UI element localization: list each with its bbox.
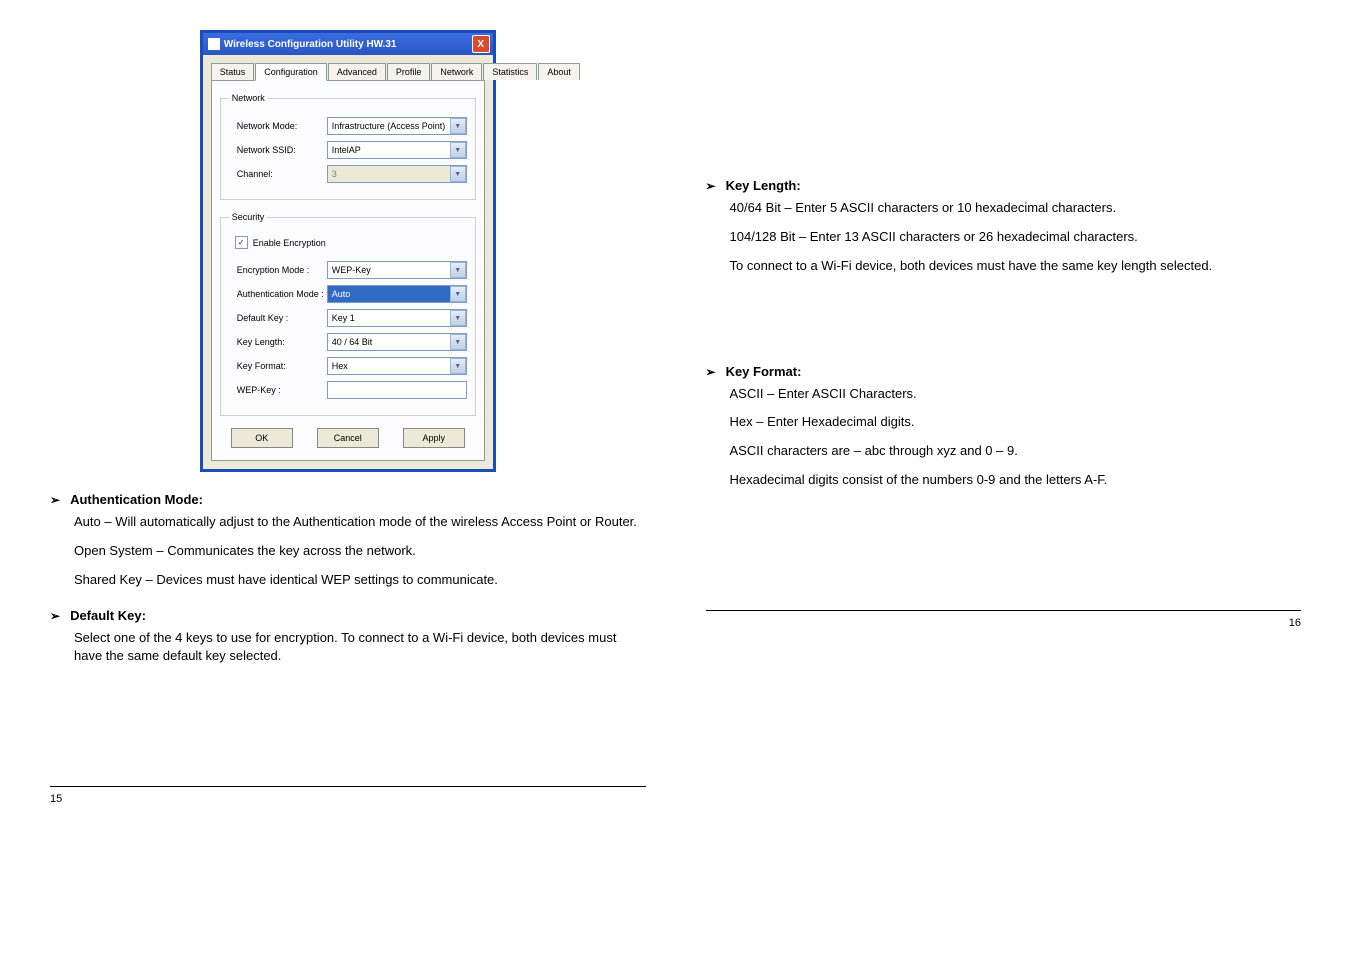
auth-mode-body-1: Auto – Will automatically adjust to the … [74, 513, 646, 532]
tab-about[interactable]: About [538, 63, 580, 80]
ok-button[interactable]: OK [231, 428, 293, 448]
key-length-heading: Key Length: [726, 178, 801, 193]
arrow-bullet-icon: ➢ [50, 493, 60, 507]
network-ssid-label: Network SSID: [237, 145, 327, 155]
tab-strip: Status Configuration Advanced Profile Ne… [211, 63, 485, 81]
key-format-body-2: Hex – Enter Hexadecimal digits. [730, 413, 1302, 432]
default-key-dropdown[interactable]: Key 1 ▼ [327, 309, 467, 327]
key-format-label: Key Format: [237, 361, 327, 371]
chevron-down-icon: ▼ [450, 334, 466, 350]
key-format-body-3: ASCII characters are – abc through xyz a… [730, 442, 1302, 461]
key-format-body-1: ASCII – Enter ASCII Characters. [730, 385, 1302, 404]
chevron-down-icon: ▼ [450, 142, 466, 158]
key-length-label: Key Length: [237, 337, 327, 347]
security-legend: Security [229, 212, 268, 222]
chevron-down-icon: ▼ [450, 166, 466, 182]
key-length-body-2: 104/128 Bit – Enter 13 ASCII characters … [730, 228, 1302, 247]
page-number-left: 15 [50, 786, 646, 805]
chevron-down-icon: ▼ [450, 358, 466, 374]
tab-profile[interactable]: Profile [387, 63, 431, 80]
auth-mode-label: Authentication Mode : [237, 289, 327, 299]
enable-encryption-checkbox[interactable]: ✓ [235, 236, 248, 249]
tab-network[interactable]: Network [431, 63, 482, 80]
auth-mode-body-2: Open System – Communicates the key acros… [74, 542, 646, 561]
apply-button[interactable]: Apply [403, 428, 465, 448]
key-format-dropdown[interactable]: Hex ▼ [327, 357, 467, 375]
titlebar: Wireless Configuration Utility HW.31 X [203, 33, 493, 55]
chevron-down-icon: ▼ [450, 286, 466, 302]
security-group: Security ✓ Enable Encryption Encryption … [220, 212, 476, 416]
key-length-body-1: 40/64 Bit – Enter 5 ASCII characters or … [730, 199, 1302, 218]
tab-advanced[interactable]: Advanced [328, 63, 386, 80]
window-title: Wireless Configuration Utility HW.31 [224, 39, 397, 50]
cancel-button[interactable]: Cancel [317, 428, 379, 448]
encryption-mode-dropdown[interactable]: WEP-Key ▼ [327, 261, 467, 279]
config-window-screenshot: Wireless Configuration Utility HW.31 X S… [200, 30, 496, 472]
key-length-body-3: To connect to a Wi-Fi device, both devic… [730, 257, 1302, 276]
auth-mode-body-3: Shared Key – Devices must have identical… [74, 571, 646, 590]
chevron-down-icon: ▼ [450, 310, 466, 326]
network-mode-dropdown[interactable]: Infrastructure (Access Point) ▼ [327, 117, 467, 135]
network-mode-label: Network Mode: [237, 121, 327, 131]
wep-key-input[interactable] [327, 381, 467, 399]
tab-statistics[interactable]: Statistics [483, 63, 537, 80]
auth-mode-dropdown[interactable]: Auto ▼ [327, 285, 467, 303]
default-key-heading: Default Key: [70, 608, 146, 623]
network-group: Network Network Mode: Infrastructure (Ac… [220, 93, 476, 200]
channel-label: Channel: [237, 169, 327, 179]
default-key-body: Select one of the 4 keys to use for encr… [74, 629, 646, 667]
wep-key-label: WEP-Key : [237, 385, 327, 395]
chevron-down-icon: ▼ [450, 118, 466, 134]
close-button[interactable]: X [472, 35, 490, 53]
app-icon [208, 38, 220, 50]
tab-status[interactable]: Status [211, 63, 255, 80]
arrow-bullet-icon: ➢ [706, 365, 716, 379]
key-format-body-4: Hexadecimal digits consist of the number… [730, 471, 1302, 490]
encryption-mode-label: Encryption Mode : [237, 265, 327, 275]
default-key-label: Default Key : [237, 313, 327, 323]
tab-configuration[interactable]: Configuration [255, 63, 327, 81]
network-legend: Network [229, 93, 268, 103]
network-ssid-dropdown[interactable]: IntelAP ▼ [327, 141, 467, 159]
enable-encryption-label: Enable Encryption [253, 238, 326, 248]
key-format-heading: Key Format: [726, 364, 802, 379]
arrow-bullet-icon: ➢ [706, 179, 716, 193]
auth-mode-heading: Authentication Mode: [70, 492, 203, 507]
key-length-dropdown[interactable]: 40 / 64 Bit ▼ [327, 333, 467, 351]
channel-dropdown: 3 ▼ [327, 165, 467, 183]
arrow-bullet-icon: ➢ [50, 609, 60, 623]
chevron-down-icon: ▼ [450, 262, 466, 278]
page-number-right: 16 [706, 610, 1302, 629]
